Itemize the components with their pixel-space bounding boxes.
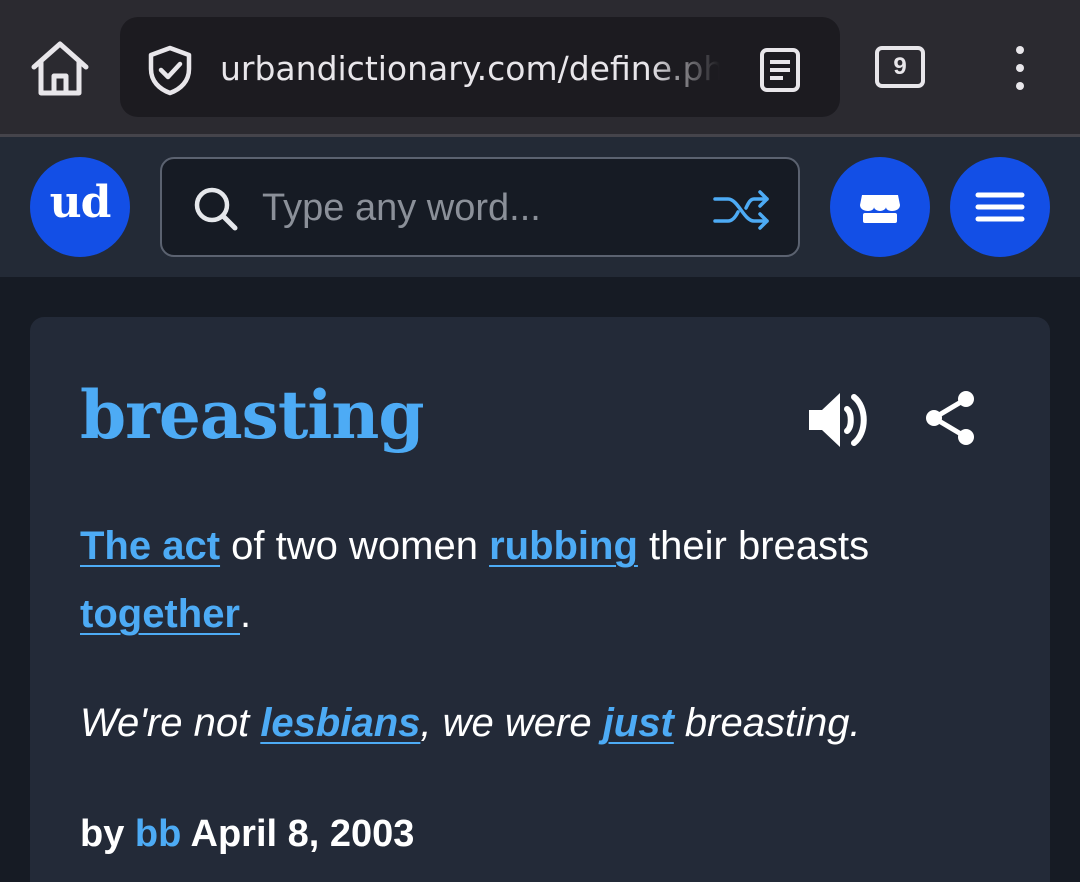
author-link[interactable]: bb bbox=[135, 813, 181, 855]
byline-prefix: by bbox=[80, 813, 125, 855]
definition-example: We're not lesbians, we were just breasti… bbox=[80, 689, 1020, 757]
definition-word[interactable]: breasting bbox=[80, 367, 425, 463]
meaning-text: . bbox=[240, 592, 252, 636]
hamburger-menu-icon bbox=[975, 192, 1025, 222]
example-link-lesbians[interactable]: lesbians bbox=[260, 701, 420, 745]
definition-date: April 8, 2003 bbox=[190, 813, 415, 855]
meaning-text: of two women bbox=[220, 524, 490, 568]
store-icon bbox=[860, 195, 900, 223]
home-button[interactable] bbox=[28, 38, 92, 100]
browser-toolbar: urbandictionary.com/define.php?term=brea… bbox=[0, 0, 1080, 134]
main-menu-button[interactable] bbox=[950, 157, 1050, 257]
definition-meaning: The act of two women rubbing their breas… bbox=[80, 512, 980, 648]
reader-mode-icon[interactable] bbox=[756, 46, 804, 94]
site-logo[interactable]: ud bbox=[30, 157, 130, 257]
store-button[interactable] bbox=[830, 157, 930, 257]
site-header: ud bbox=[0, 137, 1080, 277]
search-box[interactable] bbox=[160, 157, 800, 257]
url-text[interactable]: urbandictionary.com/define.php?term=brea… bbox=[220, 47, 720, 91]
example-text: breasting. bbox=[673, 701, 861, 745]
more-vert-icon[interactable] bbox=[1004, 44, 1036, 92]
example-link-just[interactable]: just bbox=[603, 701, 674, 745]
speaker-icon[interactable] bbox=[805, 385, 875, 455]
example-text: , we were bbox=[420, 701, 603, 745]
address-bar[interactable]: urbandictionary.com/define.php?term=brea… bbox=[120, 17, 840, 117]
home-icon bbox=[31, 41, 89, 96]
definition-card: breasting The act of two women rubbing t… bbox=[30, 317, 1050, 882]
meaning-link-together[interactable]: together bbox=[80, 592, 240, 636]
tabs-icon[interactable]: 9 bbox=[875, 46, 925, 88]
meaning-text: their breasts bbox=[637, 524, 870, 568]
shield-check-icon[interactable] bbox=[144, 44, 196, 96]
meaning-link-the-act[interactable]: The act bbox=[80, 524, 220, 568]
search-icon bbox=[194, 187, 238, 231]
definition-byline: by bb April 8, 2003 bbox=[80, 807, 414, 861]
shuffle-icon[interactable] bbox=[712, 189, 772, 231]
search-input[interactable] bbox=[262, 183, 682, 233]
meaning-link-rubbing[interactable]: rubbing bbox=[489, 524, 638, 568]
share-icon[interactable] bbox=[920, 387, 980, 449]
example-text: We're not bbox=[80, 701, 261, 745]
